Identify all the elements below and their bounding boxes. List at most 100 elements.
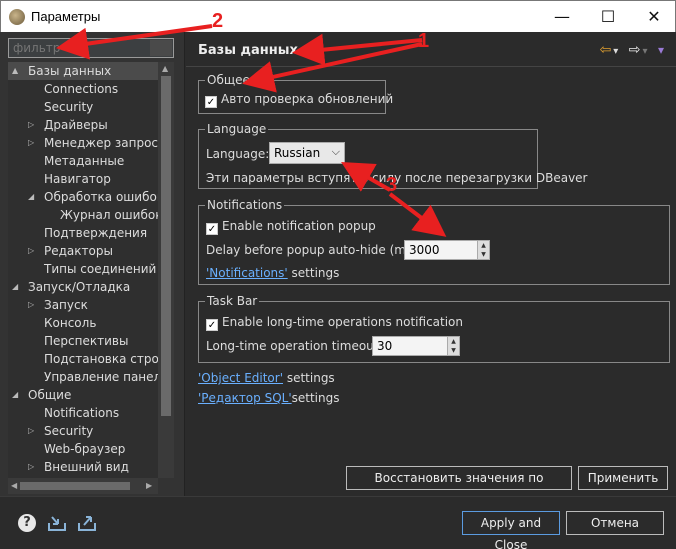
notifications-settings-row: 'Notifications' settings [206,266,339,280]
scroll-up-icon[interactable]: ▲ [162,64,168,73]
collapse-twisty-icon[interactable]: ◢ [12,386,22,404]
operation-timeout-spinner[interactable]: 30 ▲ ▼ [372,336,460,356]
forward-arrow-icon[interactable]: ⇨ [629,42,641,58]
tree-item[interactable]: Консоль [8,314,158,332]
tree-item[interactable]: Журнал ошибок [8,206,158,224]
page-navigation: ⇦ ▾ ⇨ ▾ ▾ [594,42,664,58]
enable-notification-popup-checkbox[interactable]: ✓ Enable notification popup [206,219,376,235]
auto-update-label: Авто проверка обновлений [221,92,394,106]
tree-item[interactable]: Connections [8,80,158,98]
tree-item[interactable]: Security [8,98,158,116]
object-editor-settings-row: 'Object Editor' settings [198,371,335,385]
tree-item[interactable]: Web-браузер [8,440,158,458]
auto-update-checkbox[interactable]: ✓ Авто проверка обновлений [205,92,393,108]
tree-item[interactable]: Подтверждения [8,224,158,242]
general-legend: Общее [205,73,252,87]
apply-button[interactable]: Применить [578,466,668,490]
checkbox-checked-icon[interactable]: ✓ [205,96,217,108]
dialog-button-bar: ? Apply and Close Отмена [0,496,676,549]
enable-notification-popup-label: Enable notification popup [222,219,376,233]
forward-menu-icon[interactable]: ▾ [642,46,647,57]
spinner-arrows-icon[interactable]: ▲ ▼ [477,241,489,259]
help-icon[interactable]: ? [18,514,36,532]
expand-twisty-icon[interactable]: ▷ [28,422,38,440]
preference-page: Базы данных ⇦ ▾ ⇨ ▾ ▾ Общее ✓ Авто проверка… [186,32,676,507]
tree-item-label: Обработка ошибок [44,190,158,204]
tree-item[interactable]: Типы соединений [8,260,158,278]
tree-item[interactable]: ▷ Внешний вид [8,458,158,476]
scroll-left-icon[interactable]: ◀ [11,481,17,490]
expand-twisty-icon[interactable]: ▷ [28,296,38,314]
minimize-button[interactable]: — [539,1,585,32]
cancel-button[interactable]: Отмена [566,511,664,535]
tree-horizontal-scrollbar[interactable]: ◀ ▶ [8,478,158,494]
notifications-settings-link[interactable]: 'Notifications' [206,266,288,280]
tree-item[interactable]: ◢ Запуск/Отладка [8,278,158,296]
filter-clear-icon[interactable] [150,40,172,56]
tree-item[interactable]: Управление панелями [8,368,158,386]
tree-item-label: Редакторы [44,244,113,258]
tree-item[interactable]: ▷ Security [8,422,158,440]
tree-vertical-scrollbar[interactable]: ▲ [158,62,174,478]
maximize-button[interactable]: ☐ [585,1,631,32]
title-bar: Параметры — ☐ ✕ [0,0,676,32]
popup-delay-label: Delay before popup auto-hide (ms): [206,243,421,257]
export-icon[interactable] [76,513,98,533]
tree-item-label: Security [44,100,94,114]
view-menu-icon[interactable]: ▾ [658,43,664,57]
tree-item[interactable]: ▲ Базы данных [8,62,158,80]
expand-twisty-icon[interactable]: ▷ [28,134,38,152]
object-editor-suffix: settings [283,371,335,385]
checkbox-checked-icon[interactable]: ✓ [206,223,218,235]
tree-item[interactable]: ◢ Общие [8,386,158,404]
popup-delay-value: 3000 [409,243,440,257]
tree-item[interactable]: Навигатор [8,170,158,188]
checkbox-checked-icon[interactable]: ✓ [206,319,218,331]
tree-item[interactable]: ◢ Обработка ошибок [8,188,158,206]
tree-item[interactable]: Подстановка строк [8,350,158,368]
language-group: Language Language: Russian ⌵ Эти парамет… [198,122,588,189]
tree-item[interactable]: Перспективы [8,332,158,350]
annotation-number-1: 1 [418,30,430,52]
apply-and-close-button[interactable]: Apply and Close [462,511,560,549]
collapse-twisty-icon[interactable]: ◢ [28,188,38,206]
tree-item-label: Менеджер запросов [44,136,158,150]
notifications-legend: Notifications [205,198,285,212]
language-select[interactable]: Russian ⌵ [269,142,345,164]
chevron-down-icon[interactable]: ⌵ [332,145,340,159]
restore-defaults-button[interactable]: Восстановить значения по умолчанию [346,466,572,507]
tree-item-label: Навигатор [44,172,111,186]
collapse-twisty-icon[interactable]: ◢ [12,278,22,296]
tree-scroll-thumb[interactable] [161,76,171,416]
tree-item-label: Метаданные [44,154,125,168]
preferences-tree-panel: ▲ Базы данных Connections Security ▷ Драйверы… [0,32,185,496]
expand-twisty-icon[interactable]: ▷ [28,116,38,134]
tree-item-label: Подстановка строк [44,352,158,366]
tree-item[interactable]: ▷ Драйверы [8,116,158,134]
long-operation-notification-checkbox[interactable]: ✓ Enable long-time operations notificatio… [206,315,463,331]
tree-hscroll-thumb[interactable] [20,482,130,490]
operation-timeout-value: 30 [377,339,393,353]
expand-twisty-icon[interactable]: ▷ [28,242,38,260]
tree-item-label: Типы соединений [44,262,157,276]
object-editor-link[interactable]: 'Object Editor' [198,371,283,385]
sql-editor-link[interactable]: 'Редактор SQL' [198,391,292,405]
tree-item[interactable]: Метаданные [8,152,158,170]
scroll-right-icon[interactable]: ▶ [146,481,152,490]
tree-item-label: Базы данных [28,64,112,78]
page-title-separator [186,66,676,67]
tree-item-label: Перспективы [44,334,129,348]
back-arrow-icon[interactable]: ⇦ [600,42,612,58]
collapse-twisty-icon[interactable]: ▲ [12,62,22,80]
tree-item[interactable]: Notifications [8,404,158,422]
tree-item-label: Security [44,424,94,438]
spinner-arrows-icon[interactable]: ▲ ▼ [447,337,459,355]
tree-item[interactable]: ▷ Запуск [8,296,158,314]
popup-delay-spinner[interactable]: 3000 ▲ ▼ [404,240,490,260]
close-button[interactable]: ✕ [631,1,676,32]
back-menu-icon[interactable]: ▾ [613,46,618,57]
tree-item[interactable]: ▷ Менеджер запросов [8,134,158,152]
import-icon[interactable] [46,513,68,533]
tree-item[interactable]: ▷ Редакторы [8,242,158,260]
expand-twisty-icon[interactable]: ▷ [28,458,38,476]
